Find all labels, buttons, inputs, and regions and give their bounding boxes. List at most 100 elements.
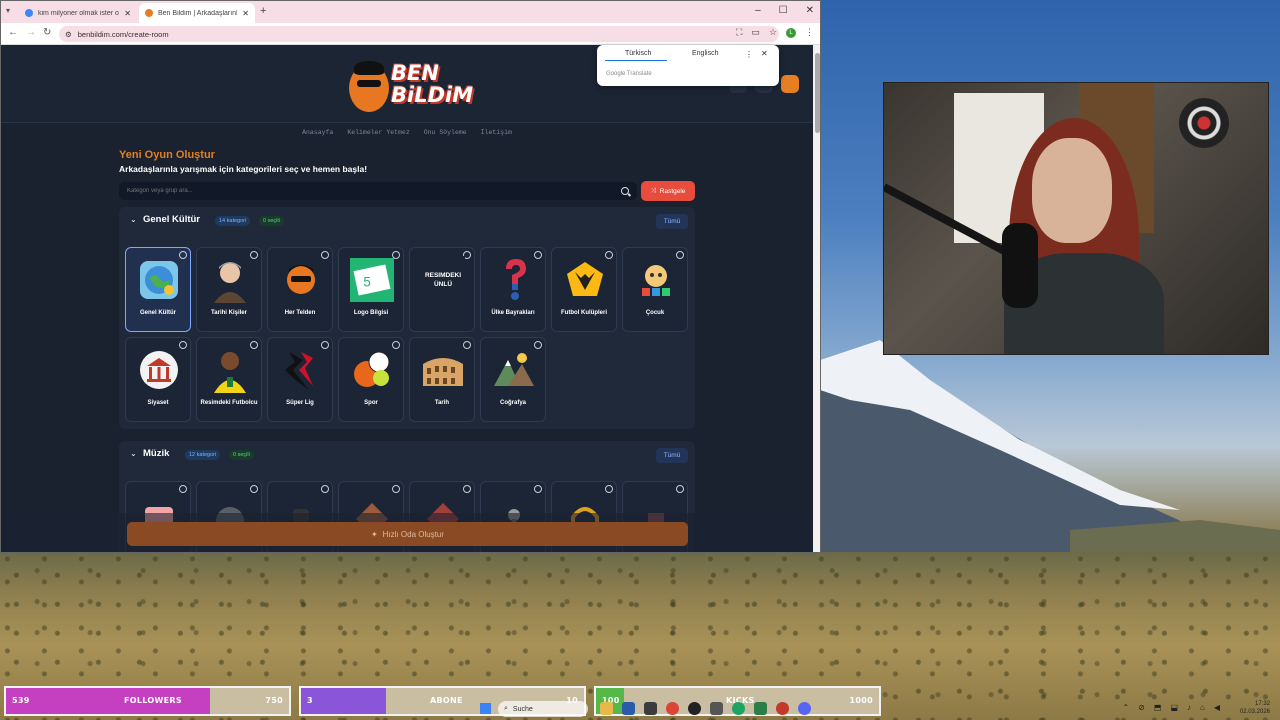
footballer-icon: [208, 346, 252, 394]
svg-text:5: 5: [363, 275, 370, 290]
site-favicon-icon: [145, 9, 153, 17]
new-tab-button[interactable]: +: [260, 5, 266, 17]
browser-window: ▾ kim milyoner olmak ister oyunu ✕ Ben B…: [0, 0, 821, 553]
chrome-icon[interactable]: [666, 702, 679, 715]
profile-avatar[interactable]: L: [786, 27, 796, 38]
category-card[interactable]: Spor: [338, 337, 404, 422]
category-card[interactable]: Siyaset: [125, 337, 191, 422]
category-card[interactable]: Çocuk: [622, 247, 688, 332]
translate-target-tab[interactable]: Englisch: [692, 50, 718, 57]
colosseum-icon: [421, 346, 465, 394]
category-card[interactable]: 5 Logo Bilgisi: [338, 247, 404, 332]
category-card[interactable]: Süper Lig: [267, 337, 333, 422]
search-input[interactable]: [127, 188, 621, 194]
tab-close-icon[interactable]: ✕: [242, 9, 249, 18]
category-card[interactable]: Genel Kültür: [125, 247, 191, 332]
site-nav: Anasayfa Kelimeler Yetmez Onu Söyleme İl…: [1, 123, 813, 141]
app-icon-3[interactable]: [710, 702, 723, 715]
microphone-icon: [1002, 223, 1038, 308]
taskbar-search[interactable]: ⌕ Suche: [498, 701, 588, 717]
section-header[interactable]: ⌄ Müzik 12 kategori 0 seçili Tümü: [119, 441, 695, 467]
tray-icon-3[interactable]: ⬓: [1170, 703, 1178, 712]
category-card[interactable]: Resimdeki Futbolcu: [196, 337, 262, 422]
select-all-button[interactable]: Tümü: [656, 214, 688, 229]
abone-current: 3: [307, 696, 313, 705]
category-card[interactable]: Tarihi Kişiler: [196, 247, 262, 332]
chrome-profile-icon[interactable]: [732, 702, 745, 715]
close-window-icon[interactable]: ✕: [806, 5, 814, 16]
minimize-icon[interactable]: –: [755, 5, 761, 16]
nav-link-taboo[interactable]: Onu Söyleme: [424, 129, 467, 136]
toy-icon: [634, 256, 678, 304]
windows-start-icon[interactable]: [480, 703, 491, 714]
category-card[interactable]: RESIMDEKI ÜNLÜ: [409, 247, 475, 332]
tray-icon-2[interactable]: ⬒: [1154, 703, 1162, 712]
nav-link-home[interactable]: Anasayfa: [302, 129, 333, 136]
tab-search-icon[interactable]: ▾: [6, 6, 10, 15]
shuffle-icon: ⤨: [650, 187, 656, 194]
goal-progress-fill: [301, 688, 386, 714]
volume-icon[interactable]: ◀: [1214, 703, 1220, 712]
cast-icon[interactable]: ▭: [751, 27, 760, 38]
ben-bildim-logo[interactable]: BEN BiLDiM: [344, 52, 473, 118]
category-card[interactable]: Futbol Kulüpleri: [551, 247, 617, 332]
forward-icon[interactable]: →: [26, 27, 36, 38]
nav-link-words[interactable]: Kelimeler Yetmez: [347, 129, 409, 136]
user-avatar[interactable]: [781, 75, 799, 93]
tray-chevron-icon[interactable]: ⌃: [1122, 703, 1129, 712]
search-icon: ⌕: [504, 705, 508, 712]
followers-label: FOLLOWERS: [124, 696, 182, 705]
app-icon-2[interactable]: [644, 702, 657, 715]
webcam-feed: [883, 82, 1269, 355]
tray-icon-1[interactable]: ⊘: [1138, 703, 1145, 712]
url-field[interactable]: ⚙ benbildim.com/create-room: [59, 26, 779, 42]
translate-icon[interactable]: ⛶: [736, 27, 742, 38]
app-icon-5[interactable]: [776, 702, 789, 715]
maximize-icon[interactable]: ☐: [779, 5, 788, 16]
network-icon[interactable]: ⌂: [1200, 703, 1205, 712]
page-title: Yeni Oyun Oluştur: [119, 149, 215, 161]
tab-title: kim milyoner olmak ister oyunu: [38, 9, 119, 17]
quick-create-room-button[interactable]: ✦ Hızlı Oda Oluştur: [127, 522, 688, 546]
abone-label: ABONE: [430, 696, 463, 705]
random-button[interactable]: ⤨ Rastgele: [641, 181, 695, 201]
mic-tray-icon[interactable]: ♪: [1187, 703, 1191, 712]
nav-link-contact[interactable]: İletişim: [481, 129, 512, 136]
followers-current: 539: [12, 696, 30, 705]
back-icon[interactable]: ←: [8, 27, 18, 38]
tab-active[interactable]: Ben Bildim | Arkadaşlarınla Onli ✕: [139, 3, 255, 23]
site-info-icon[interactable]: ⚙: [65, 30, 72, 39]
category-card[interactable]: Her Telden: [267, 247, 333, 332]
celebrity-image-text: RESIMDEKI ÜNLÜ: [424, 272, 462, 288]
reload-icon[interactable]: ↻: [43, 27, 51, 38]
category-card[interactable]: Ülke Bayrakları: [480, 247, 546, 332]
mascot-icon: [279, 256, 323, 304]
chevron-down-icon[interactable]: ⌄: [130, 449, 137, 458]
category-label: Logo Bilgisi: [353, 310, 389, 316]
file-explorer-icon[interactable]: [600, 702, 613, 715]
app-icon-4[interactable]: [754, 702, 767, 715]
category-card[interactable]: Coğrafya: [480, 337, 546, 422]
search-icon[interactable]: [621, 187, 629, 195]
logo-text-line-2: BiLDiM: [391, 83, 474, 107]
clock[interactable]: 17:32 02.03.2026: [1240, 700, 1270, 716]
page-scrollbar[interactable]: [813, 45, 820, 552]
taskbar: ⌕ Suche ⌃ ⊘ ⬒ ⬓ ♪ ⌂ ◀ 17:32 02.03.2026: [470, 698, 1280, 720]
translate-menu-icon[interactable]: ⋮: [745, 50, 753, 59]
sports-balls-icon: [350, 346, 394, 394]
obs-icon[interactable]: [688, 702, 701, 715]
section-header[interactable]: ⌄ Genel Kültür 14 kategori 0 seçili Tümü: [119, 207, 695, 233]
chevron-down-icon[interactable]: ⌄: [130, 215, 137, 224]
clock-date: 02.03.2026: [1239, 709, 1270, 715]
select-all-button[interactable]: Tümü: [656, 448, 688, 463]
bookmark-star-icon[interactable]: ☆: [769, 27, 777, 38]
tab-inactive[interactable]: kim milyoner olmak ister oyunu ✕: [19, 3, 137, 23]
discord-icon[interactable]: [798, 702, 811, 715]
translate-close-icon[interactable]: ✕: [761, 49, 768, 58]
category-card[interactable]: Tarih: [409, 337, 475, 422]
translate-source-tab[interactable]: Türkisch: [625, 50, 651, 57]
menu-dots-icon[interactable]: ⋮: [805, 27, 814, 38]
app-icon-1[interactable]: [622, 702, 635, 715]
translate-footer: Google Translate: [606, 71, 652, 77]
tab-close-icon[interactable]: ✕: [124, 9, 131, 18]
